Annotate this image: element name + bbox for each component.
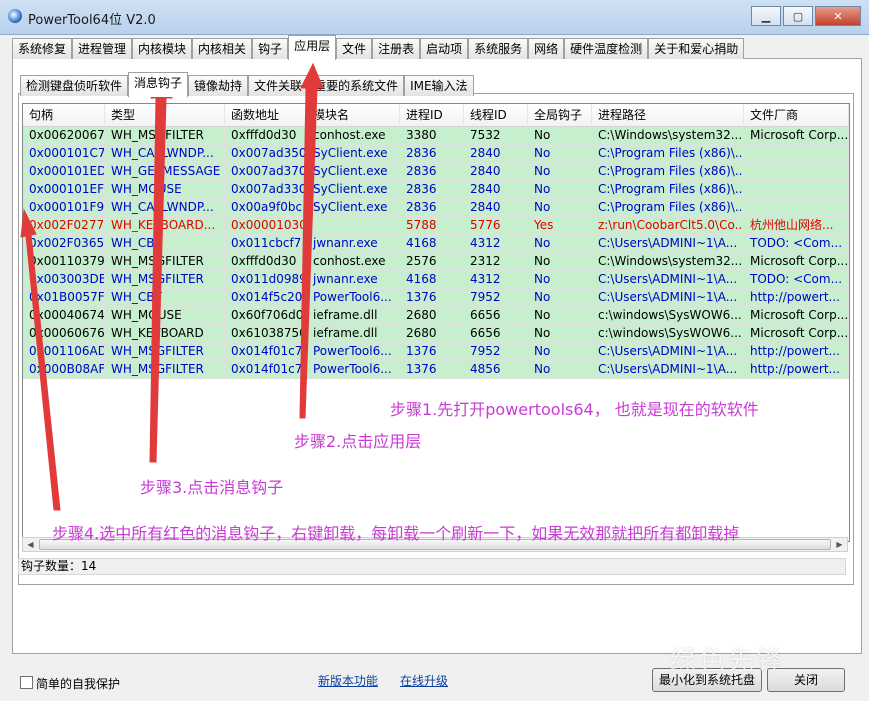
subtab-message-hooks[interactable]: 消息钩子 bbox=[128, 72, 189, 97]
arrow-step4 bbox=[20, 208, 61, 511]
tab-application-layer[interactable]: 应用层 bbox=[288, 35, 337, 60]
arrow-step2 bbox=[299, 62, 324, 419]
annotation-arrows bbox=[20, 62, 324, 511]
arrow-step3 bbox=[149, 72, 173, 463]
